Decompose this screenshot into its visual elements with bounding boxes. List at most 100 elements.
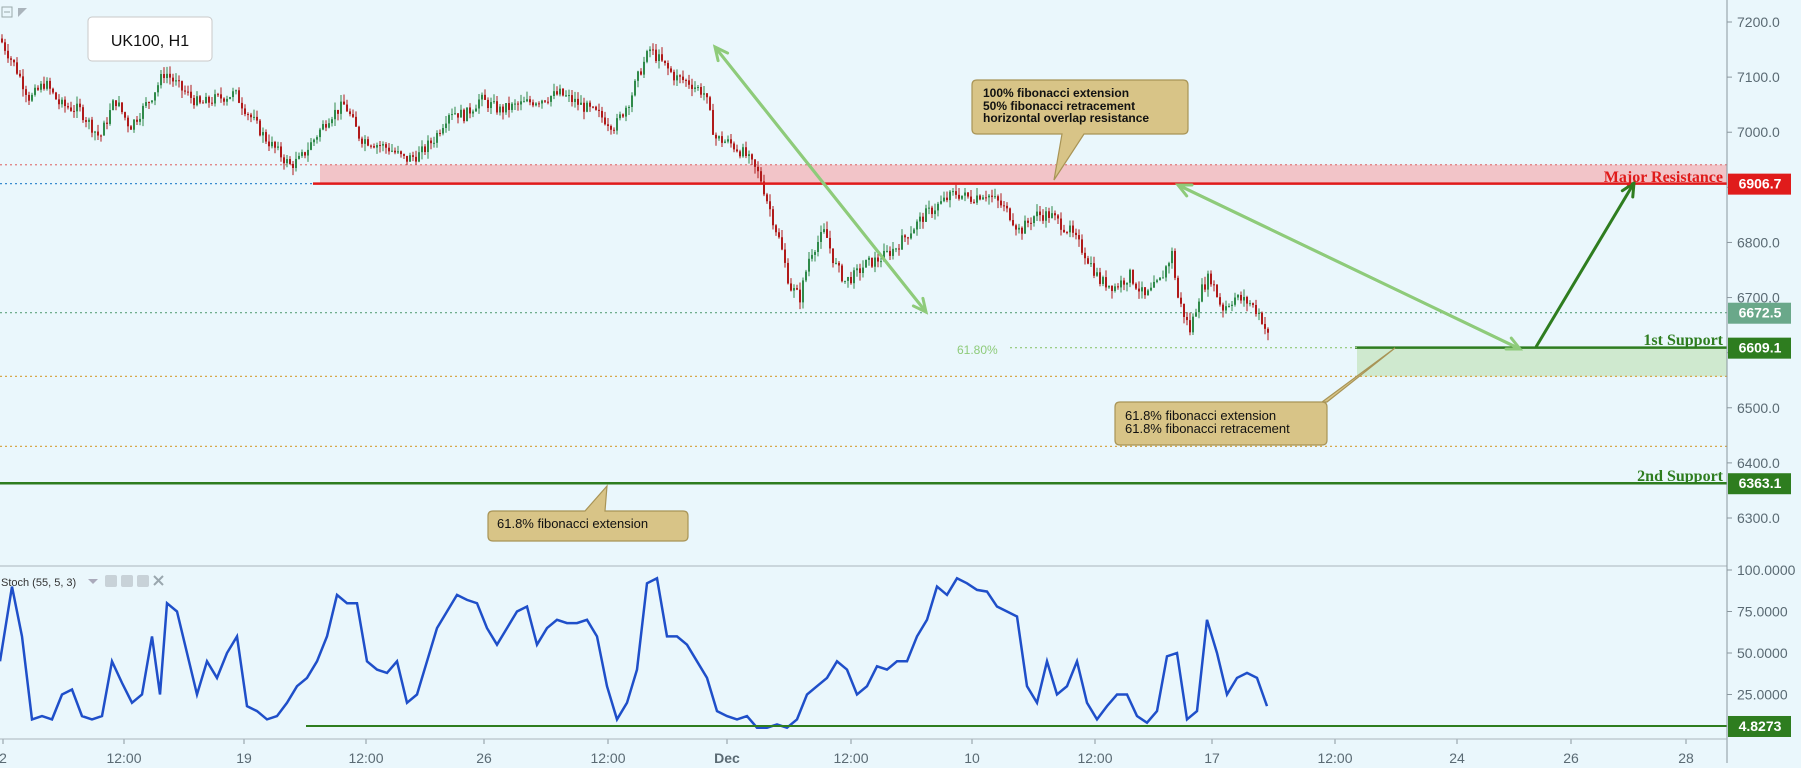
candle-body — [1261, 312, 1263, 324]
candle-body — [259, 120, 261, 136]
candle-body — [697, 87, 699, 89]
candle-body — [469, 107, 471, 114]
time-tick-label: 26 — [1563, 750, 1579, 763]
candle-body — [970, 196, 972, 202]
candle-body — [1177, 277, 1179, 298]
candle-body — [610, 126, 612, 130]
candle-body — [997, 196, 999, 201]
candle-body — [382, 144, 384, 146]
candle-body — [739, 151, 741, 157]
candle-body — [640, 71, 642, 75]
candle-body — [1072, 225, 1074, 233]
candle-body — [1267, 328, 1269, 333]
chart-background — [0, 0, 1801, 763]
candle-body — [49, 80, 51, 89]
candle-body — [265, 132, 267, 142]
candle-body — [1132, 269, 1134, 284]
candle-body — [502, 106, 504, 113]
candle-body — [718, 136, 720, 139]
candle-body — [784, 249, 786, 263]
candle-body — [1210, 273, 1212, 285]
candle-body — [124, 112, 126, 118]
candle-body — [709, 97, 711, 110]
support-zone — [1357, 347, 1727, 377]
callout-line: horizontal overlap resistance — [983, 111, 1149, 125]
candle-body — [1093, 263, 1095, 276]
candle-body — [379, 145, 381, 147]
candle-body — [1192, 316, 1194, 333]
candle-body — [286, 159, 288, 164]
candle-body — [1030, 222, 1032, 224]
candle-body — [958, 194, 960, 199]
candle-body — [928, 207, 930, 209]
candle-body — [511, 103, 513, 110]
candle-body — [1012, 220, 1014, 226]
candle-body — [478, 99, 480, 109]
candle-body — [655, 49, 657, 62]
time-tick-label: 2 — [0, 750, 7, 763]
candle-body — [214, 94, 216, 104]
candle-body — [538, 103, 540, 105]
candle-body — [34, 87, 36, 95]
candle-body — [160, 74, 162, 86]
candle-body — [652, 49, 654, 51]
candle-body — [352, 114, 354, 117]
candle-body — [223, 98, 225, 102]
candle-body — [808, 258, 810, 272]
move-icon[interactable] — [137, 575, 149, 587]
candle-body — [877, 257, 879, 262]
candle-body — [1060, 218, 1062, 230]
candle-body — [1033, 216, 1035, 224]
candle-body — [82, 107, 84, 121]
candle-body — [727, 139, 729, 142]
fib-61-8-label: 61.80% — [957, 343, 998, 357]
candle-body — [625, 107, 627, 117]
candle-body — [628, 107, 630, 109]
candle-body — [826, 229, 828, 238]
candle-body — [508, 103, 510, 110]
candle-body — [97, 131, 99, 136]
time-tick-label: 12:00 — [1317, 750, 1352, 763]
candle-body — [523, 101, 525, 103]
candle-body — [631, 95, 633, 108]
candle-body — [268, 141, 270, 147]
candle-body — [550, 95, 552, 102]
candle-body — [58, 99, 60, 105]
candle-body — [1174, 250, 1176, 278]
candle-body — [148, 102, 150, 104]
candle-body — [670, 68, 672, 72]
candle-body — [814, 251, 816, 255]
candle-body — [1243, 296, 1245, 301]
candle-body — [1246, 296, 1248, 304]
price-tick-label: 6500.0 — [1737, 400, 1780, 416]
candle-body — [433, 142, 435, 144]
candle-body — [1105, 277, 1107, 288]
candle-body — [577, 98, 579, 105]
settings-icon[interactable] — [121, 575, 133, 587]
candle-body — [232, 91, 234, 98]
candle-body — [64, 99, 66, 107]
symbol-label: UK100, H1 — [111, 33, 189, 50]
candle-body — [421, 146, 423, 153]
candle-body — [559, 88, 561, 95]
candle-body — [532, 102, 534, 106]
candle-body — [349, 111, 351, 115]
eye-icon[interactable] — [105, 575, 117, 587]
candle-body — [1015, 225, 1017, 230]
candle-body — [16, 62, 18, 74]
candle-body — [514, 103, 516, 105]
candle-body — [112, 100, 114, 111]
price-tick-label: 7200.0 — [1737, 14, 1780, 30]
candle-body — [694, 87, 696, 89]
candle-body — [1087, 258, 1089, 264]
candle-body — [28, 94, 30, 101]
candle-body — [973, 201, 975, 203]
candle-body — [1249, 303, 1251, 305]
candle-body — [1201, 284, 1203, 302]
candle-body — [106, 122, 108, 124]
candle-body — [52, 88, 54, 93]
second-support-label: 2nd Support — [1637, 468, 1723, 485]
candle-body — [643, 61, 645, 75]
candle-body — [400, 151, 402, 155]
candle-body — [328, 123, 330, 128]
